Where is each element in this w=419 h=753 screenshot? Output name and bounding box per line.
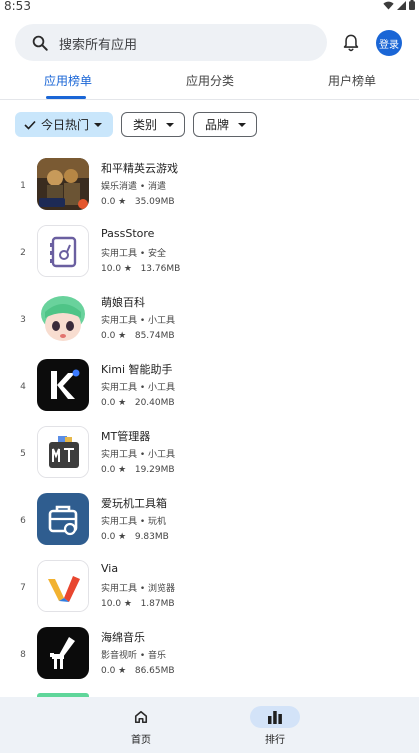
app-name: MT管理器: [101, 430, 151, 443]
app-list-item[interactable]: 6 爱玩机工具箱 实用工具 • 玩机 0.0 ★ 9.83MB: [0, 490, 419, 557]
app-size: 9.83MB: [134, 532, 169, 542]
game-icon: [37, 158, 89, 210]
search-input[interactable]: 搜索所有应用: [59, 34, 137, 53]
app-rating: 10.0 ★: [101, 599, 132, 609]
nav-icon-container: [250, 706, 300, 728]
notification-bell-icon[interactable]: [342, 33, 360, 53]
app-list-item[interactable]: 5 MT管理器 实用工具 • 小工具 0.0 ★ 19.29MB: [0, 423, 419, 490]
bottom-navigation: 首页 排行: [0, 697, 419, 753]
app-rating: 0.0 ★: [101, 465, 127, 475]
app-name: PassStore: [101, 227, 155, 240]
filter-chip-category[interactable]: 类别: [121, 112, 185, 137]
kimi-icon: [37, 359, 89, 411]
app-meta: 0.0 ★ 85.74MB: [101, 331, 175, 341]
app-category: 实用工具 • 浏览器: [101, 584, 176, 594]
app-size: 85.74MB: [134, 331, 175, 341]
app-category: 实用工具 • 玩机: [101, 517, 167, 527]
check-icon: [24, 120, 36, 130]
tab-user-ranking[interactable]: 用户榜单: [328, 72, 376, 89]
nav-label: 首页: [131, 735, 151, 746]
app-list-item[interactable]: 1 和平精英云游戏 娱乐消遣 • 消遣 0.0 ★ 35.09MB: [0, 155, 419, 222]
app-size: 35.09MB: [134, 197, 175, 207]
app-list-item[interactable]: 8 海绵音乐 影音视听 • 音乐 0.0 ★ 86.65MB: [0, 624, 419, 691]
signal-icon: [397, 0, 406, 10]
app-rating: 0.0 ★: [101, 666, 127, 676]
rank-number: 2: [20, 248, 26, 258]
app-name: Via: [101, 562, 119, 575]
chevron-down-icon: [166, 123, 174, 127]
tab-divider: [0, 99, 419, 100]
battery-icon: [409, 0, 415, 10]
nav-icon-container: [116, 706, 166, 728]
search-bar[interactable]: 搜索所有应用: [15, 24, 327, 61]
app-size: 1.87MB: [140, 599, 175, 609]
app-size: 20.40MB: [134, 398, 175, 408]
chevron-down-icon: [94, 123, 102, 127]
login-button[interactable]: 登录: [376, 30, 402, 56]
filter-chip-label: 类别: [133, 118, 158, 132]
app-category: 实用工具 • 安全: [101, 249, 167, 259]
app-size: 13.76MB: [140, 264, 181, 274]
chevron-down-icon: [238, 123, 246, 127]
app-rating: 0.0 ★: [101, 197, 127, 207]
home-icon: [134, 710, 148, 724]
app-rating: 10.0 ★: [101, 264, 132, 274]
bar-chart-icon: [268, 711, 282, 724]
rank-number: 1: [20, 181, 26, 191]
app-size: 19.29MB: [134, 465, 175, 475]
passstore-icon: [37, 225, 89, 277]
app-meta: 0.0 ★ 86.65MB: [101, 666, 175, 676]
app-size: 86.65MB: [134, 666, 175, 676]
app-rating: 0.0 ★: [101, 331, 127, 341]
app-rating: 0.0 ★: [101, 398, 127, 408]
app-name: 海绵音乐: [101, 631, 145, 644]
filter-chip-brand[interactable]: 品牌: [193, 112, 257, 137]
filter-chip-label: 品牌: [205, 118, 230, 132]
search-icon: [32, 35, 48, 51]
music-icon: [37, 627, 89, 679]
app-category: 实用工具 • 小工具: [101, 450, 176, 460]
app-list-item[interactable]: 4 Kimi 智能助手 实用工具 • 小工具 0.0 ★ 20.40MB: [0, 356, 419, 423]
tab-app-categories[interactable]: 应用分类: [186, 72, 234, 89]
filter-chip-today-hot[interactable]: 今日热门: [15, 112, 113, 137]
rank-number: 3: [20, 315, 26, 325]
nav-item-ranking[interactable]: 排行: [235, 697, 315, 753]
wifi-icon: [383, 1, 394, 10]
app-list-item[interactable]: 2 PassStore 实用工具 • 安全 10.0 ★ 13.76MB: [0, 222, 419, 289]
app-meta: 10.0 ★ 13.76MB: [101, 264, 180, 274]
status-bar: 8:53: [0, 0, 419, 14]
rank-number: 6: [20, 516, 26, 526]
app-category: 娱乐消遣 • 消遣: [101, 182, 167, 192]
mt-manager-icon: [37, 426, 89, 478]
rank-number: 7: [20, 583, 26, 593]
rank-number: 4: [20, 382, 26, 392]
filter-chip-label: 今日热门: [41, 118, 90, 132]
app-meta: 0.0 ★ 9.83MB: [101, 532, 169, 542]
app-list-item[interactable]: 3 萌娘百科 实用工具 • 小工具 0.0 ★ 85.74MB: [0, 289, 419, 356]
app-list-item[interactable]: 7 Via 实用工具 • 浏览器 10.0 ★ 1.87MB: [0, 557, 419, 624]
app-meta: 10.0 ★ 1.87MB: [101, 599, 175, 609]
status-time: 8:53: [4, 0, 31, 13]
app-name: 和平精英云游戏: [101, 162, 178, 175]
tab-app-ranking[interactable]: 应用榜单: [44, 72, 92, 89]
rank-number: 5: [20, 449, 26, 459]
status-icons: [383, 0, 415, 10]
app-category: 影音视听 • 音乐: [101, 651, 167, 661]
toolbox-icon: [37, 493, 89, 545]
app-name: 爱玩机工具箱: [101, 497, 167, 510]
app-name: 萌娘百科: [101, 296, 145, 309]
app-name: Kimi 智能助手: [101, 363, 173, 376]
via-browser-icon: [37, 560, 89, 612]
nav-item-home[interactable]: 首页: [101, 697, 181, 753]
anime-girl-icon: [37, 292, 89, 344]
app-meta: 0.0 ★ 35.09MB: [101, 197, 175, 207]
app-rating: 0.0 ★: [101, 532, 127, 542]
rank-number: 8: [20, 650, 26, 660]
app-meta: 0.0 ★ 19.29MB: [101, 465, 175, 475]
app-category: 实用工具 • 小工具: [101, 383, 176, 393]
nav-label: 排行: [265, 735, 285, 746]
app-category: 实用工具 • 小工具: [101, 316, 176, 326]
app-meta: 0.0 ★ 20.40MB: [101, 398, 175, 408]
